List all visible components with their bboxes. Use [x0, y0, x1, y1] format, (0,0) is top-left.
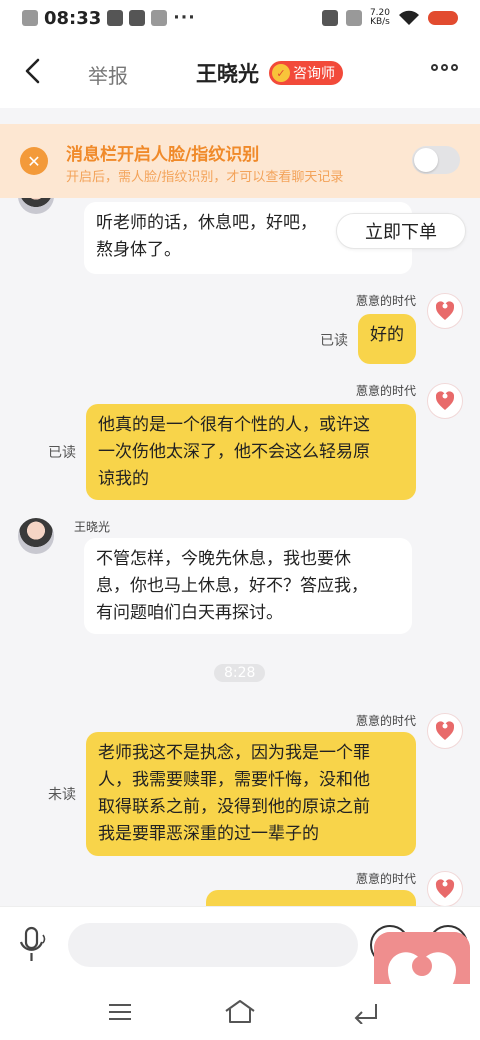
nav-back-icon[interactable]: [352, 998, 380, 1024]
message-bubble: 老师我这不是执念，因为我是一个罪 人，我需要赎罪，需要忏悔，没和他 取得联系之前…: [86, 732, 416, 856]
message-bubble: 不管怎样，今晚先休息，我也要休 息，你也马上休息，好不？答应我， 有问题咱们白天…: [84, 538, 412, 634]
status-bar-left: 08:33 ···: [22, 8, 196, 29]
sender-name: 蒽意的时代: [355, 384, 416, 398]
message-list[interactable]: 听老师的话，休息吧，好吧， 熬身体了。 立即下单 蒽意的时代 已读 好的 蒽意的…: [0, 198, 480, 906]
read-status: 已读: [48, 445, 76, 461]
message-line: 好的: [370, 325, 404, 345]
mute-icon: [345, 10, 362, 26]
order-now-button[interactable]: 立即下单: [336, 213, 466, 249]
bluetooth-icon: [321, 10, 338, 26]
heart-icon: [435, 879, 455, 898]
status-bar-right: 7.20 KB/s: [321, 9, 458, 27]
chat-title-group: 王晓光 ✓ 咨询师: [196, 58, 343, 88]
message-line: 老师我这不是执念，因为我是一个罪: [98, 743, 370, 763]
home-icon[interactable]: [224, 998, 256, 1024]
battery-icon: [428, 11, 458, 25]
sender-name: 蒽意的时代: [355, 872, 416, 886]
sender-name: 蒽意的时代: [355, 294, 416, 308]
tiktok-icon: [151, 10, 168, 26]
message-bubble: 好的: [358, 314, 416, 364]
cloud-icon: [107, 10, 124, 26]
heart-icon: [435, 301, 455, 320]
message-line: 他真的是一个很有个性的人，或许这: [98, 415, 370, 435]
sender-name: 王晓光: [74, 520, 111, 534]
avatar[interactable]: [427, 713, 463, 749]
message-line: 谅我的: [98, 469, 149, 489]
message-line: 息，你也马上休息，好不？答应我，: [96, 576, 368, 596]
timestamp: 8:28: [214, 664, 266, 682]
avatar[interactable]: [427, 871, 463, 906]
heart-icon: [435, 391, 455, 410]
chat-title: 王晓光: [196, 62, 259, 86]
avatar[interactable]: [427, 293, 463, 329]
notice-subtitle: 开启后，需人脸/指纹识别，才可以查看聊天记录: [66, 170, 344, 185]
more-options-icon[interactable]: [431, 64, 458, 71]
message-input[interactable]: [68, 923, 358, 967]
message-line: 我是要罪恶深重的过一辈子的: [98, 824, 319, 844]
message-line: 一次伤他太深了，他不会这么轻易原: [98, 442, 370, 462]
face-id-toggle[interactable]: [412, 146, 460, 174]
status-bar: 08:33 ··· 7.20 KB/s: [0, 0, 480, 36]
close-icon[interactable]: ✕: [20, 147, 48, 175]
notice-title: 消息栏开启人脸/指纹识别: [66, 145, 260, 165]
chat-header: 举报 王晓光 ✓ 咨询师: [0, 36, 480, 108]
network-speed-unit: KB/s: [370, 17, 390, 27]
wifi-icon: [399, 10, 419, 25]
report-button[interactable]: 举报: [88, 60, 128, 89]
face-id-notice: ✕ 消息栏开启人脸/指纹识别 开启后，需人脸/指纹识别，才可以查看聊天记录: [0, 124, 480, 198]
read-status: 已读: [320, 333, 348, 349]
avatar[interactable]: [18, 198, 54, 214]
microphone-icon[interactable]: [16, 925, 50, 965]
message-bubble: [206, 890, 416, 906]
more-notifications-icon: ···: [173, 8, 196, 28]
avatar[interactable]: [427, 383, 463, 419]
notification-icon: [22, 10, 38, 26]
system-nav-bar: [0, 984, 480, 1040]
back-arrow-icon[interactable]: [22, 58, 44, 84]
message-line: 不管怎样，今晚先休息，我也要休: [96, 549, 351, 569]
avatar[interactable]: [18, 518, 54, 554]
toggle-knob: [414, 148, 438, 172]
menu-icon[interactable]: [108, 1002, 132, 1022]
message-line: 人，我需要赎罪，需要忏悔，没和他: [98, 770, 370, 790]
message-line: 有问题咱们白天再探讨。: [96, 603, 283, 623]
app-icon: [129, 10, 146, 26]
verified-icon: ✓: [272, 64, 290, 82]
sender-name: 蒽意的时代: [355, 714, 416, 728]
read-status: 未读: [48, 787, 76, 803]
network-speed: 7.20 KB/s: [370, 9, 390, 27]
counselor-badge-label: 咨询师: [293, 66, 335, 82]
counselor-badge: ✓ 咨询师: [269, 61, 343, 85]
heart-icon: [435, 721, 455, 740]
status-time: 08:33: [44, 7, 102, 29]
message-bubble: 他真的是一个很有个性的人，或许这 一次伤他太深了，他不会这么轻易原 谅我的: [86, 404, 416, 500]
message-line: 取得联系之前，没得到他的原谅之前: [98, 797, 370, 817]
